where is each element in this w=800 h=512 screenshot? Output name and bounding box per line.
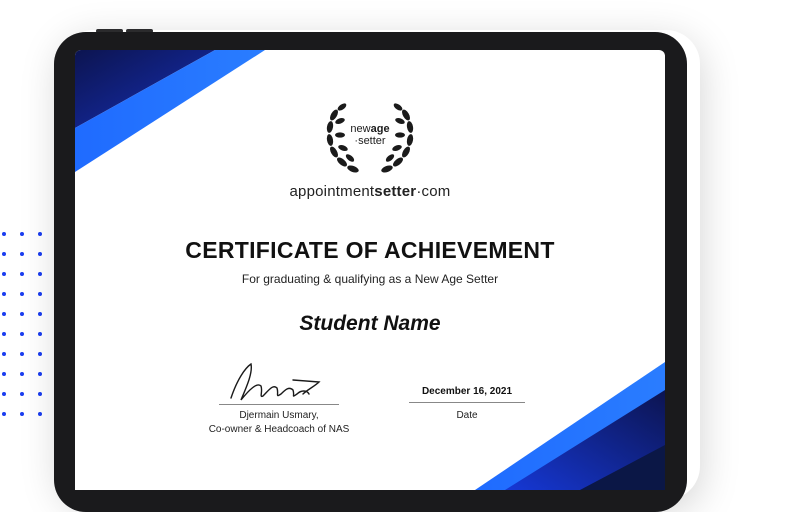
logo-wordmark-line2: ·setter [354,135,386,147]
site-domain: appointmentsetter·com [289,183,451,200]
new-age-setter-logo: newage ·setter [321,86,419,180]
signer-role: Co-owner & Headcoach of NAS [208,424,350,435]
certificate-date: December 16, 2021 [421,386,513,397]
date-line [409,402,525,403]
date-label: Date [456,410,478,421]
dot-grid-decoration [2,232,42,416]
certificate-subtitle: For graduating & qualifying as a New Age… [241,272,499,286]
signature-icon [230,362,321,401]
certificate-title: CERTIFICATE OF ACHIEVEMENT [185,237,555,263]
signature-line [219,404,339,405]
certificate-screen: newage ·setter appointmentsetter·com CER… [75,50,665,490]
student-name: Student Name [299,312,441,335]
signer-name: Djermain Usmary, [239,410,319,421]
logo-wordmark-line1: newage [350,123,390,135]
